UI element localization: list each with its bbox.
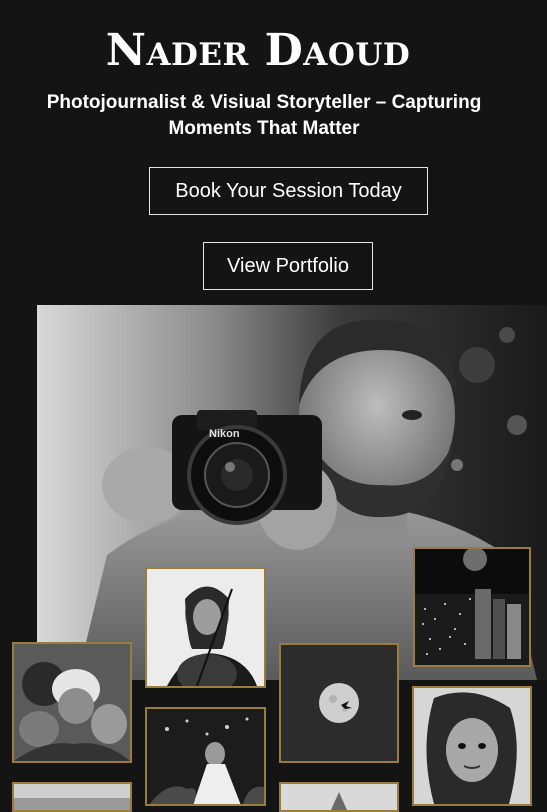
gallery-tile-moon[interactable] (279, 643, 399, 763)
cellist-thumbnail (147, 569, 264, 686)
camera-brand-text: Nikon (209, 428, 240, 440)
book-session-button[interactable]: Book Your Session Today (149, 167, 428, 215)
bottom-middle-thumbnail (281, 784, 397, 810)
girl-portrait-thumbnail (414, 688, 530, 804)
view-portfolio-button[interactable]: View Portfolio (203, 242, 373, 290)
gallery-tile-celebration[interactable] (145, 707, 266, 806)
children-thumbnail (14, 644, 130, 761)
moon-thumbnail (281, 645, 397, 761)
celebration-thumbnail (147, 709, 264, 804)
bottom-left-thumbnail (14, 784, 130, 810)
gallery-tile-cityscape[interactable] (413, 547, 531, 667)
gallery-tile-cellist[interactable] (145, 567, 266, 688)
tagline: Photojournalist & Visiual Storyteller – … (46, 92, 482, 139)
gallery-tile-girl-portrait[interactable] (412, 686, 532, 806)
gallery-tile-bottom-left[interactable] (12, 782, 132, 812)
gallery-tile-bottom-middle[interactable] (279, 782, 399, 812)
site-title: Nader Daoud (105, 25, 411, 76)
cityscape-thumbnail (415, 549, 529, 665)
gallery-tile-children[interactable] (12, 642, 132, 763)
